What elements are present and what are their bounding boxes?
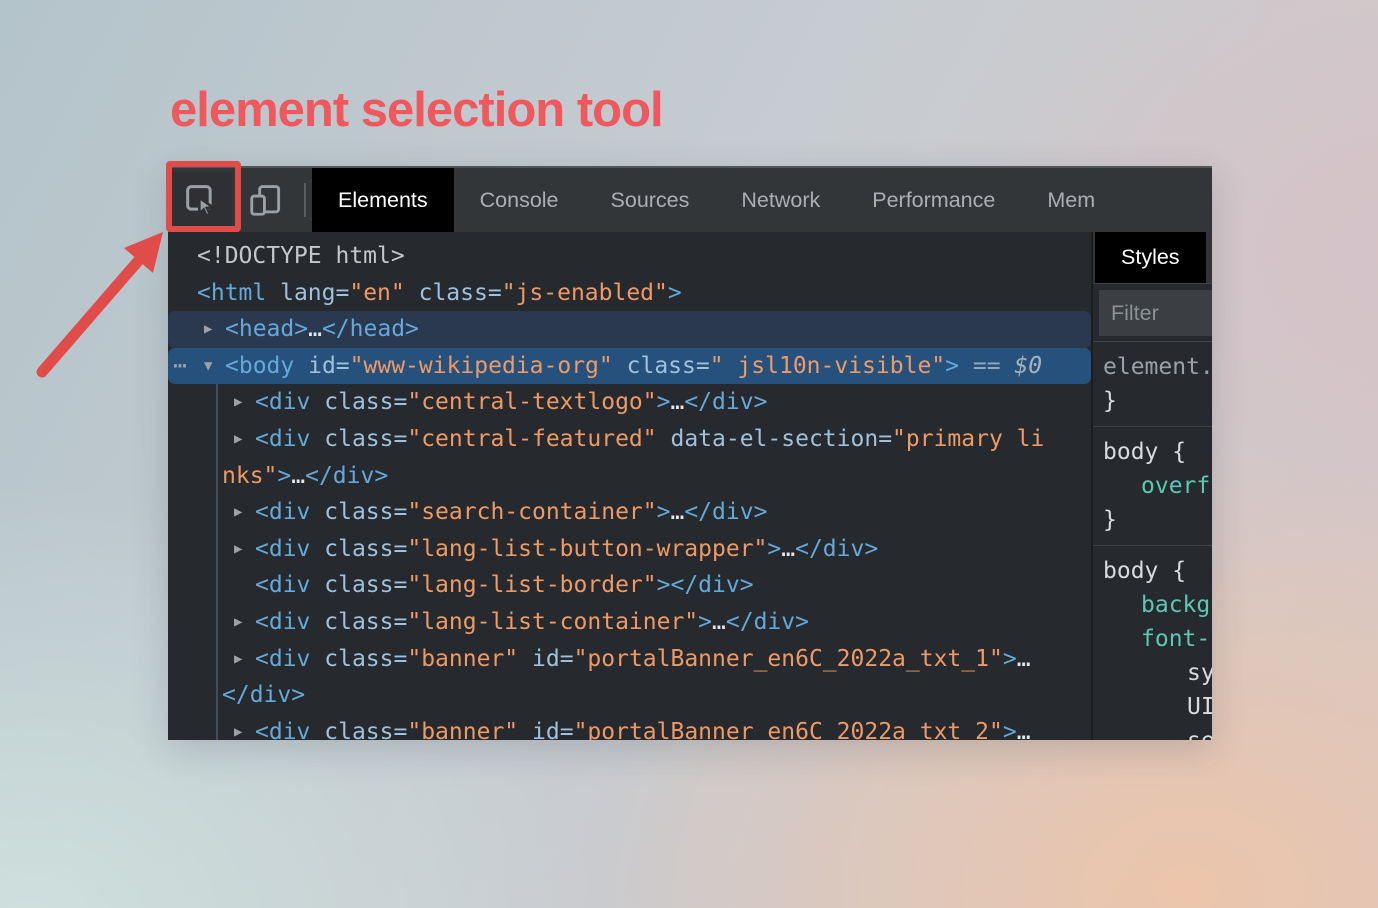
chevron-right-icon[interactable]: ▶ [234, 604, 242, 641]
style-line: } [1093, 503, 1212, 537]
tab-mem[interactable]: Mem [1021, 168, 1121, 232]
chevron-right-icon[interactable]: ▶ [234, 494, 242, 531]
dom-node-text: <div class="lang-list-button-wrapper">…<… [168, 531, 878, 568]
chevron-right-icon[interactable]: ▶ [234, 384, 242, 421]
devtools-tabs: ElementsConsoleSourcesNetworkPerformance… [312, 168, 1212, 232]
styles-panel: Styles element.}body {overf}body {backgf… [1091, 232, 1212, 740]
style-line: backg [1093, 588, 1212, 622]
dom-node-text: <div class="lang-list-border"></div> [168, 567, 754, 604]
style-rule[interactable]: element.} [1093, 342, 1212, 427]
dom-row[interactable]: ▶<div class="banner" id="portalBanner_en… [168, 641, 1091, 678]
row-actions-icon[interactable]: ⋯ [173, 348, 185, 385]
dom-row[interactable]: ▶<div class="central-featured" data-el-s… [168, 421, 1091, 458]
device-toolbar-icon [247, 181, 285, 219]
dom-row[interactable]: </div> [168, 677, 1091, 714]
dom-row[interactable]: nks">…</div> [168, 458, 1091, 495]
tab-network[interactable]: Network [715, 168, 846, 232]
dom-node-text: <div class="banner" id="portalBanner_en6… [168, 641, 1031, 678]
dom-row[interactable]: ▶<div class="banner" id="portalBanner_en… [168, 714, 1091, 740]
style-line: } [1093, 384, 1212, 418]
styles-tabbar: Styles [1093, 232, 1212, 284]
chevron-right-icon[interactable]: ▶ [234, 641, 242, 678]
style-line: body { [1093, 435, 1212, 469]
chevron-right-icon[interactable]: ▶ [234, 531, 242, 568]
dom-row[interactable]: <html lang="en" class="js-enabled"> [168, 275, 1091, 312]
style-line: overf [1093, 469, 1212, 503]
chevron-right-icon[interactable]: ▶ [204, 311, 212, 348]
styles-sections: element.}body {overf}body {backgfont-syU… [1093, 342, 1212, 740]
style-line: element. [1093, 350, 1212, 384]
dom-row[interactable]: ▶<head>…</head> [168, 311, 1091, 348]
dom-node-text: <!DOCTYPE html> [168, 238, 405, 275]
annotation-highlight-box [166, 161, 241, 232]
dom-node-text: <body id="www-wikipedia-org" class=" jsl… [168, 348, 1042, 385]
tab-performance[interactable]: Performance [846, 168, 1021, 232]
chevron-right-icon[interactable]: ▶ [234, 421, 242, 458]
style-line: font- [1093, 622, 1212, 656]
dom-row[interactable]: ▶<div class="central-textlogo">…</div> [168, 384, 1091, 421]
dom-node-text: <div class="banner" id="portalBanner_en6… [168, 714, 1031, 740]
style-line: sy [1093, 656, 1212, 690]
dom-row[interactable]: ▶<div class="lang-list-container">…</div… [168, 604, 1091, 641]
devtools-main: <!DOCTYPE html><html lang="en" class="js… [168, 232, 1212, 740]
tab-sources[interactable]: Sources [585, 168, 716, 232]
dom-row[interactable]: <!DOCTYPE html> [168, 238, 1091, 275]
tab-styles[interactable]: Styles [1095, 232, 1206, 283]
dom-node-text: <html lang="en" class="js-enabled"> [168, 275, 682, 312]
dom-node-text: <div class="lang-list-container">…</div> [168, 604, 809, 641]
tab-elements[interactable]: Elements [312, 168, 454, 232]
style-rule[interactable]: body {backgfont-syUIsefont- [1093, 546, 1212, 740]
style-line: UI [1093, 690, 1212, 724]
dom-node-text: <div class="central-textlogo">…</div> [168, 384, 767, 421]
chevron-right-icon[interactable]: ▶ [234, 714, 242, 740]
dom-tree: <!DOCTYPE html><html lang="en" class="js… [168, 232, 1091, 740]
annotation-arrow-icon [20, 212, 190, 402]
chevron-down-icon[interactable]: ▼ [204, 348, 212, 385]
dom-node-text: </div> [168, 677, 305, 714]
dom-node-text: <div class="search-container">…</div> [168, 494, 767, 531]
dom-node-text: <div class="central-featured" data-el-se… [168, 421, 1044, 458]
toolbar-divider [304, 183, 306, 217]
devtools-window: ElementsConsoleSourcesNetworkPerformance… [168, 166, 1212, 740]
styles-filter-row [1093, 284, 1212, 342]
dom-node-text: nks">…</div> [168, 458, 388, 495]
style-line: se [1093, 724, 1212, 740]
style-line: body { [1093, 554, 1212, 588]
dom-row[interactable]: ▶<div class="lang-list-button-wrapper">…… [168, 531, 1091, 568]
desktop-background: { "title": "element selection tool", "co… [0, 0, 1378, 908]
tab-console[interactable]: Console [454, 168, 585, 232]
dom-row[interactable]: <div class="lang-list-border"></div> [168, 567, 1091, 604]
devtools-toolbar: ElementsConsoleSourcesNetworkPerformance… [168, 166, 1212, 232]
device-toolbar-button[interactable] [238, 172, 294, 228]
dom-row[interactable]: ▶<div class="search-container">…</div> [168, 494, 1091, 531]
styles-filter-input[interactable] [1099, 290, 1212, 336]
page-title: element selection tool [170, 82, 663, 138]
style-rule[interactable]: body {overf} [1093, 427, 1212, 546]
dom-row[interactable]: ⋯ ▼<body id="www-wikipedia-org" class=" j… [168, 348, 1091, 385]
